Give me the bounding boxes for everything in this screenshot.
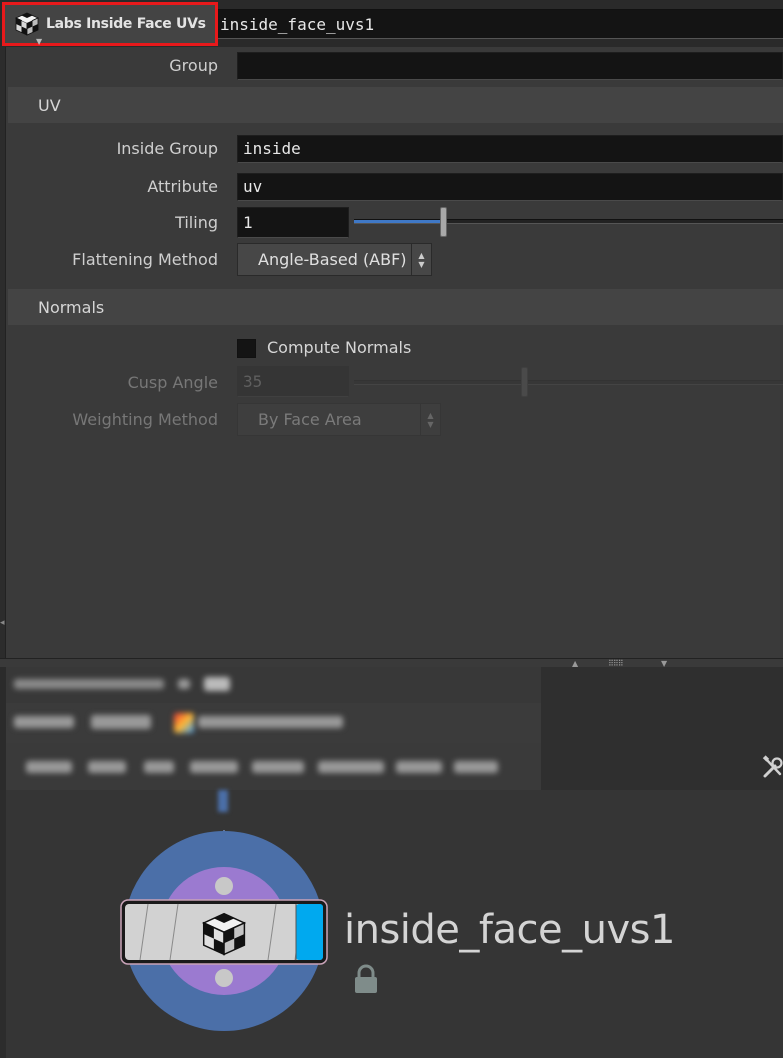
network-path-label[interactable] <box>198 716 343 728</box>
flattening-method-value: Angle-Based (ABF) <box>258 250 407 269</box>
collapse-arrow-icon[interactable]: ◂ <box>0 618 5 628</box>
cusp-angle-slider[interactable] <box>354 380 783 385</box>
tiling-slider[interactable] <box>354 219 783 224</box>
menu-item[interactable] <box>252 761 304 773</box>
nav-obj-button[interactable] <box>91 715 151 729</box>
weighting-method-label: Weighting Method <box>72 410 218 429</box>
node-display-flag[interactable] <box>296 904 323 960</box>
network-nav-bar <box>6 703 783 743</box>
tiling-slider-handle[interactable] <box>440 207 447 237</box>
parameter-pane: ◂ Labs Inside Face UVs ▼ inside_face_uvs… <box>0 0 783 658</box>
checker-cube-icon <box>15 12 39 36</box>
menu-item[interactable] <box>318 761 384 773</box>
uv-folder-header[interactable]: UV <box>8 87 783 123</box>
menu-item[interactable] <box>454 761 498 773</box>
lock-icon[interactable] <box>352 964 380 994</box>
path-tab[interactable] <box>14 679 164 689</box>
group-field[interactable] <box>237 52 783 80</box>
network-path-bar <box>6 667 783 703</box>
node-type-button[interactable]: Labs Inside Face UVs ▼ <box>2 2 218 46</box>
updown-arrows-icon: ▲ ▼ <box>420 404 440 435</box>
input-wire-stub <box>218 790 228 812</box>
weighting-method-value: By Face Area <box>258 410 362 429</box>
flattening-method-dropdown[interactable]: Angle-Based (ABF) ▲ ▼ <box>237 243 432 276</box>
node-name-label[interactable]: inside_face_uvs1 <box>344 907 675 953</box>
node-output-connector[interactable] <box>215 969 233 987</box>
attribute-label: Attribute <box>147 177 218 196</box>
add-tab-button[interactable] <box>204 677 230 691</box>
checker-cube-icon <box>201 912 247 956</box>
node-graph <box>120 830 328 1031</box>
menu-item[interactable] <box>88 761 126 773</box>
compute-normals-checkbox[interactable] <box>237 339 256 358</box>
nav-back-forward[interactable] <box>14 716 74 728</box>
cusp-angle-slider-handle[interactable] <box>521 367 528 397</box>
menu-item[interactable] <box>190 761 238 773</box>
tiling-slider-fill <box>354 220 440 223</box>
node-type-label: Labs Inside Face UVs <box>46 16 206 32</box>
node-name-field[interactable]: inside_face_uvs1 <box>218 9 783 39</box>
cusp-angle-field[interactable]: 35 <box>237 366 349 397</box>
path-tab-close[interactable] <box>178 679 190 689</box>
chevron-down-icon: ▼ <box>36 37 43 46</box>
inside-group-label: Inside Group <box>116 139 218 158</box>
tiling-label: Tiling <box>175 213 218 232</box>
node-input-connector[interactable] <box>215 877 233 895</box>
attribute-field[interactable]: uv <box>237 173 783 201</box>
network-menu-bar <box>6 743 783 790</box>
pane-splitter[interactable]: ▲ ⠿⠿⠿ ▼ <box>0 658 783 668</box>
normals-folder-header[interactable]: Normals <box>8 289 783 325</box>
network-color-icon <box>174 713 194 733</box>
parameter-title-bar: Labs Inside Face UVs ▼ inside_face_uvs1 <box>0 0 783 47</box>
compute-normals-label: Compute Normals <box>267 338 412 357</box>
menu-item[interactable] <box>396 761 442 773</box>
flattening-method-label: Flattening Method <box>72 250 218 269</box>
wrench-screwdriver-icon[interactable] <box>762 755 783 779</box>
menu-item[interactable] <box>144 761 174 773</box>
group-label: Group <box>169 56 218 75</box>
network-left-edge <box>0 790 6 1058</box>
tiling-field[interactable]: 1 <box>237 207 349 238</box>
cusp-angle-label: Cusp Angle <box>127 373 218 392</box>
pane-left-edge <box>0 0 6 658</box>
network-editor[interactable]: inside_face_uvs1 <box>0 790 783 1058</box>
weighting-method-dropdown[interactable]: By Face Area ▲ ▼ <box>237 403 441 436</box>
menu-item[interactable] <box>26 761 72 773</box>
updown-arrows-icon: ▲ ▼ <box>411 244 431 275</box>
inside-group-field[interactable]: inside <box>237 135 783 163</box>
